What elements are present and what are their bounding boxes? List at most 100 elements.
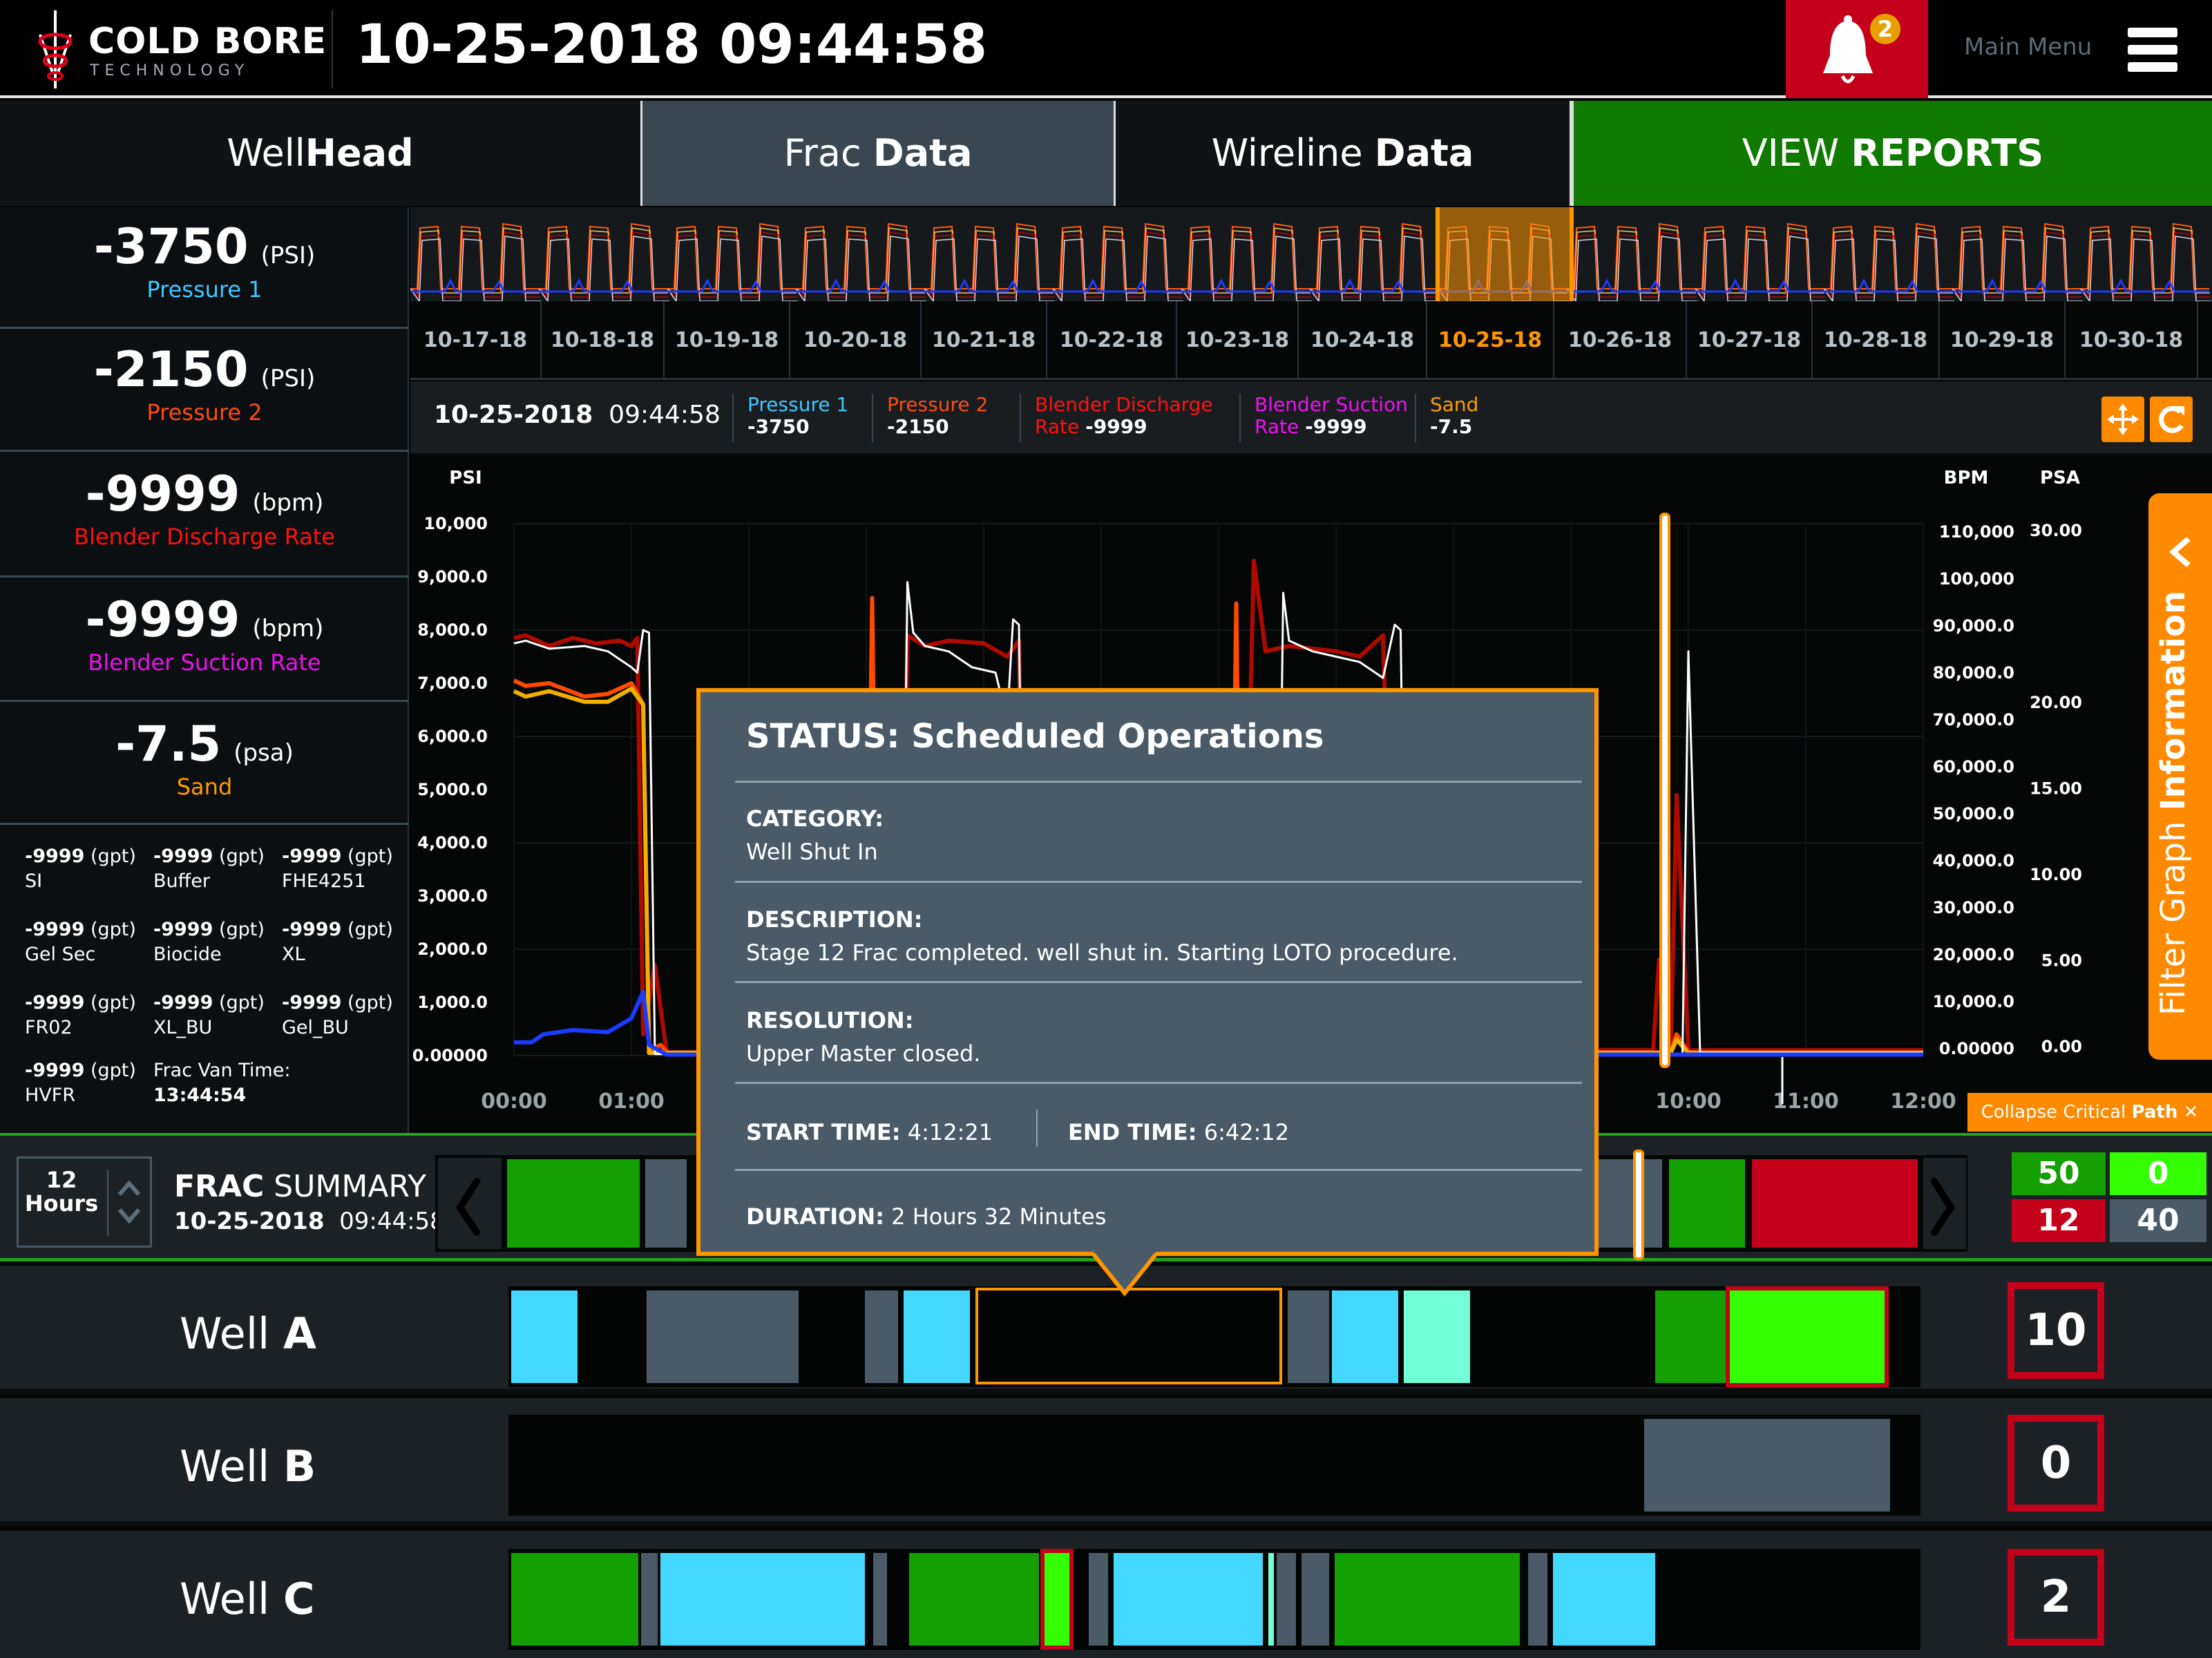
hours-range-stepper[interactable]: 12 Hours	[17, 1156, 152, 1248]
status-segment[interactable]	[1114, 1553, 1263, 1646]
status-segment[interactable]	[511, 1290, 578, 1383]
status-segment[interactable]	[1644, 1419, 1890, 1512]
readout-item: Blender Discharge Rate -9999	[1035, 393, 1213, 438]
well-a-count[interactable]: 10	[2008, 1282, 2104, 1379]
popup-duration: DURATION: 2 Hours 32 Minutes	[746, 1203, 1107, 1230]
popup-description-label: DESCRIPTION:	[746, 906, 923, 933]
alerts-button[interactable]	[1786, 0, 1928, 98]
sparkline-series	[410, 231, 540, 298]
timeline-date[interactable]: 10-26-18	[1554, 301, 1687, 380]
divider	[735, 881, 1582, 883]
timeline-date[interactable]: 10-21-18	[922, 301, 1047, 380]
main-menu-label[interactable]: Main Menu	[1964, 33, 2092, 61]
status-segment[interactable]	[1404, 1290, 1470, 1383]
status-segment[interactable]	[1553, 1553, 1655, 1646]
frac-summary-title: FRAC SUMMARY	[174, 1169, 427, 1204]
timeline-date[interactable]: 10-19-18	[665, 301, 790, 380]
frac-van-label: Frac Van Time:	[153, 1060, 291, 1081]
y-tick-bpm: 100,000	[1939, 569, 2014, 589]
status-segment[interactable]	[1302, 1553, 1329, 1646]
status-segment[interactable]	[1277, 1553, 1296, 1646]
summary-segment[interactable]	[1752, 1159, 1918, 1248]
summary-segment[interactable]	[507, 1159, 640, 1248]
refresh-button[interactable]	[2150, 397, 2193, 442]
sparkline-series	[667, 231, 797, 298]
status-segment[interactable]	[904, 1290, 970, 1383]
status-segment[interactable]	[1089, 1553, 1108, 1646]
sparkline-series	[667, 227, 797, 294]
status-segment[interactable]	[865, 1290, 898, 1383]
timeline-selection-handle[interactable]	[1436, 207, 1574, 301]
sparkline-series	[1695, 222, 1824, 289]
summary-segment[interactable]	[1669, 1159, 1745, 1248]
metric-blender-suction: -9999 (bpm) Blender Suction Rate	[0, 578, 409, 702]
timeline-date[interactable]: 10-20-18	[790, 301, 922, 380]
tab-wellhead[interactable]: WellHead	[0, 101, 642, 206]
status-segment[interactable]	[909, 1553, 1039, 1646]
y-tick-bpm: 0.00000	[1939, 1039, 2014, 1058]
filter-graph-label: Filter Graph Information	[2154, 590, 2193, 1016]
status-segment[interactable]	[873, 1553, 887, 1646]
well-c-count[interactable]: 2	[2008, 1549, 2104, 1646]
timeline-date[interactable]: 10-24-18	[1299, 301, 1427, 380]
metrics-sidebar: -3750 (PSI) Pressure 1 -2150 (PSI) Pressur…	[0, 207, 409, 1133]
current-time-cursor[interactable]	[1633, 1150, 1644, 1260]
x-tick: 00:00	[481, 1089, 547, 1114]
timeline-overview[interactable]	[410, 207, 2212, 303]
scroll-right-button[interactable]	[1923, 1158, 1966, 1249]
well-b-count[interactable]: 0	[2008, 1415, 2104, 1512]
status-segment[interactable]	[1332, 1290, 1398, 1383]
summary-segment[interactable]	[645, 1159, 687, 1248]
metric-unit: (PSI)	[260, 365, 316, 392]
status-segment[interactable]	[660, 1553, 865, 1646]
y-tick-psi: 6,000.0	[417, 727, 488, 746]
status-segment-active[interactable]	[1040, 1549, 1074, 1650]
timeline-date[interactable]: 10-22-18	[1047, 301, 1177, 380]
summary-segment[interactable]	[1596, 1159, 1662, 1248]
tab-wireline-data[interactable]: Wireline Data	[1116, 101, 1572, 206]
scroll-left-button[interactable]	[438, 1158, 502, 1249]
readout-item: Blender Suction Rate -9999	[1255, 393, 1408, 438]
sparkline-series	[539, 278, 667, 293]
timeline-date[interactable]: 10-18-18	[542, 301, 665, 380]
collapse-critical-path-button[interactable]: Collapse Critical Path ✕	[1967, 1093, 2212, 1132]
timeline-date[interactable]: 10-27-18	[1687, 301, 1813, 380]
timeline-date[interactable]: 10-23-18	[1177, 301, 1299, 380]
timeline-date[interactable]: 10-30-18	[2066, 301, 2198, 380]
top-header: COLD BORE TECHNOLOGY 10-25-2018 09:44:58…	[0, 0, 2212, 98]
y-tick-bpm: 80,000.0	[1933, 663, 2014, 683]
tab-frac-data[interactable]: Frac Data	[642, 101, 1116, 206]
sparkline-series	[1053, 278, 1181, 293]
sparkline-series	[539, 222, 667, 289]
timeline-date[interactable]: 10-17-18	[410, 301, 542, 380]
status-segment[interactable]	[511, 1553, 638, 1646]
sparkline-series	[1824, 278, 1952, 293]
status-segment[interactable]	[1335, 1553, 1520, 1646]
view-reports-button[interactable]: VIEW REPORTS	[1572, 101, 2212, 206]
status-segment[interactable]	[1655, 1290, 1727, 1383]
sparkline-series	[796, 278, 924, 293]
stepper-arrows-icon[interactable]	[114, 1171, 144, 1233]
y-axis-title-psi: PSI	[449, 468, 482, 488]
timeline-dates: 10-17-18 10-18-18 10-19-18 10-20-18 10-21-18…	[410, 301, 2212, 380]
well-name: Well A	[180, 1308, 316, 1359]
timeline-date[interactable]: 10-25-18	[1427, 301, 1554, 380]
sparkline-series	[796, 222, 924, 289]
popup-start-time: START TIME: 4:12:21	[746, 1119, 993, 1145]
selected-status-segment[interactable]	[975, 1288, 1282, 1384]
sparkline-series	[924, 231, 1054, 298]
status-segment[interactable]	[1268, 1553, 1274, 1646]
sparkline-series	[1052, 231, 1183, 298]
status-segment[interactable]	[1528, 1553, 1547, 1646]
status-segment[interactable]	[641, 1553, 658, 1646]
hamburger-menu-icon[interactable]	[2128, 28, 2177, 72]
status-segment[interactable]	[1288, 1290, 1329, 1383]
pan-button[interactable]	[2101, 397, 2144, 442]
divider	[1020, 394, 1021, 442]
timeline-date[interactable]: 10-29-18	[1940, 301, 2066, 380]
status-segment[interactable]	[647, 1290, 799, 1383]
status-segment-active[interactable]	[1726, 1286, 1889, 1387]
timeline-date[interactable]: 10-28-18	[1813, 301, 1940, 380]
sparkline-series	[538, 231, 669, 298]
hours-unit: Hours	[24, 1190, 99, 1217]
